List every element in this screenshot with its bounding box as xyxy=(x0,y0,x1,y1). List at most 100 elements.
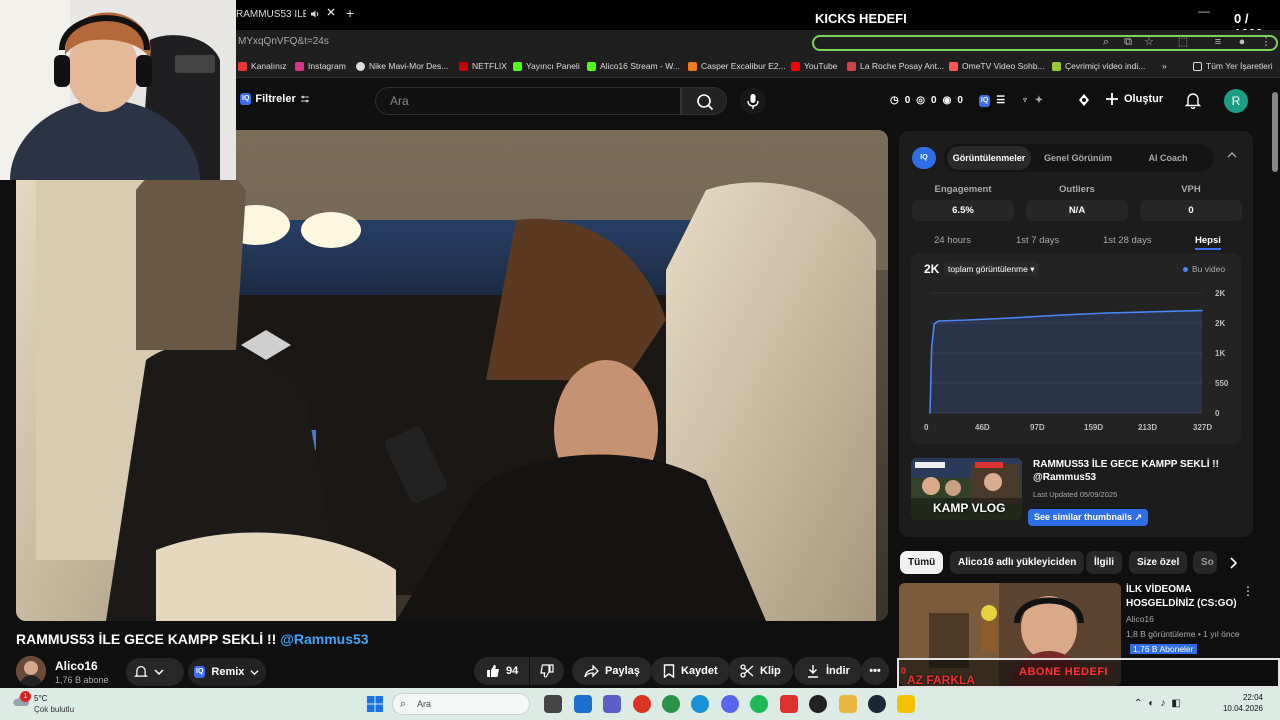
bookmarks-more[interactable]: » xyxy=(1162,61,1167,71)
new-tab-icon[interactable]: + xyxy=(346,5,354,21)
list-icon[interactable]: ☰ xyxy=(996,95,1005,107)
chip-all[interactable]: Tümü xyxy=(900,551,944,574)
range-all[interactable]: Hepsi xyxy=(1195,235,1221,250)
channel-avatar[interactable] xyxy=(16,656,46,686)
trophy-icon[interactable]: ♆ xyxy=(1021,95,1029,107)
chrome-icon[interactable] xyxy=(662,695,680,713)
chip-for-you[interactable]: Size özel xyxy=(1129,551,1188,574)
clock-time[interactable]: 22:04 xyxy=(1229,693,1263,702)
bookmark-item[interactable]: NETFLIX xyxy=(459,61,507,71)
save-label: Kaydet xyxy=(681,665,718,677)
weather-desc[interactable]: Çok bulutlu xyxy=(34,705,74,714)
clip-button[interactable]: Klip xyxy=(728,657,793,685)
recommendation-channel[interactable]: Alico16 xyxy=(1126,614,1154,624)
tab-ai-coach[interactable]: AI Coach xyxy=(1126,146,1210,170)
steam-icon[interactable] xyxy=(868,695,886,713)
outlook-icon[interactable] xyxy=(574,695,592,713)
task-view-icon[interactable] xyxy=(544,695,562,713)
chip-from-uploader[interactable]: Alico16 adlı yükleyiciden xyxy=(950,551,1085,574)
bookmark-item[interactable]: Casper Excalibur E2... xyxy=(688,61,786,71)
speaker-icon[interactable] xyxy=(310,9,320,19)
filters-button[interactable]: IQ Filtreler xyxy=(240,93,310,105)
browser-tab[interactable]: RAMMUS53 İLE GECE KAMPP xyxy=(236,2,340,26)
close-tab-icon[interactable] xyxy=(326,7,336,17)
bell-icon[interactable] xyxy=(1185,92,1201,109)
account-avatar[interactable]: R xyxy=(1224,89,1248,113)
bookmark-item[interactable]: Instagram xyxy=(295,61,346,71)
file-explorer-icon[interactable] xyxy=(839,695,857,713)
create-button[interactable]: Oluştur xyxy=(1105,92,1163,106)
search-input[interactable] xyxy=(376,88,656,114)
taskbar-search[interactable]: ⌕ Ara xyxy=(392,693,530,715)
bookmark-item[interactable]: YouTube xyxy=(791,61,837,71)
app-icon[interactable] xyxy=(897,695,915,713)
window-minimize-icon[interactable]: — xyxy=(1198,4,1210,18)
tab-overview[interactable]: Genel Görünüm xyxy=(1036,146,1120,170)
bookmark-item[interactable]: Çevrimiçi video indi... xyxy=(1052,61,1145,71)
tab-views[interactable]: Görüntülenmeler xyxy=(947,146,1031,170)
url-field[interactable]: MYxqQnVFQ&t=24s xyxy=(238,36,329,47)
clock-icon: ◷ xyxy=(890,95,899,106)
boost-icon[interactable] xyxy=(1076,92,1092,108)
bookmark-item[interactable]: La Roche Posay Ant... xyxy=(847,61,944,71)
remix-button[interactable]: IQ Remix xyxy=(188,658,266,686)
bookmark-star-icon[interactable]: ☆ xyxy=(1143,36,1155,48)
recommendation-title[interactable]: İLK VİDEOMA HOSGELDİNİZ (CS:GO) xyxy=(1126,583,1238,611)
range-7d[interactable]: 1st 7 days xyxy=(1016,235,1059,246)
obs-icon[interactable] xyxy=(809,695,827,713)
bookmark-item[interactable]: Yayıncı Paneli xyxy=(513,61,580,71)
zoom-icon[interactable]: ⌕ xyxy=(1100,36,1112,48)
teams-icon[interactable] xyxy=(603,695,621,713)
bookmark-item[interactable]: Kanalınız xyxy=(238,61,286,71)
discord-icon[interactable] xyxy=(721,695,739,713)
views-metric-selector[interactable]: toplam görüntülenme ▾ xyxy=(944,262,1039,276)
title-mention-link[interactable]: @Rammus53 xyxy=(280,631,368,647)
windows-start-icon[interactable] xyxy=(366,695,384,713)
see-similar-thumbnails-button[interactable]: See similar thumbnails ↗ xyxy=(1028,509,1149,526)
more-actions-button[interactable]: ••• xyxy=(861,657,889,685)
download-button[interactable]: İndir xyxy=(794,657,862,685)
plus-icon xyxy=(1106,93,1118,105)
bookmark-item[interactable]: OmeTV Video Sohb... xyxy=(949,61,1045,71)
bookmark-item[interactable]: Alico16 Stream - W... xyxy=(587,61,680,71)
opera-icon[interactable] xyxy=(633,695,651,713)
share-button[interactable]: Paylaş xyxy=(572,657,652,685)
menu-icon[interactable]: ⋮ xyxy=(1260,36,1272,48)
bookmark-item[interactable]: Nike Mavi-Mor Des... xyxy=(356,61,448,71)
app-icon[interactable] xyxy=(780,695,798,713)
spotify-icon[interactable] xyxy=(750,695,768,713)
dislike-button[interactable] xyxy=(530,657,564,685)
range-28d[interactable]: 1st 28 days xyxy=(1103,235,1152,246)
notify-bell-button[interactable] xyxy=(126,658,184,686)
clock-date[interactable]: 10.04.2026 xyxy=(1213,704,1263,713)
all-bookmarks[interactable]: Tüm Yer İşaretleri xyxy=(1193,61,1273,71)
page-scrollbar[interactable] xyxy=(1272,92,1278,172)
x-tick: 213D xyxy=(1138,423,1158,432)
extensions-icon[interactable]: ⬚ xyxy=(1177,36,1189,48)
voice-search-button[interactable] xyxy=(740,88,766,114)
similar-thumbnail[interactable]: KAMP VLOG xyxy=(911,458,1022,520)
install-icon[interactable]: ⧉ xyxy=(1122,36,1134,48)
profile-icon[interactable]: ● xyxy=(1236,36,1248,48)
sparkle-icon[interactable]: ✦ xyxy=(1035,95,1043,107)
range-24h[interactable]: 24 hours xyxy=(934,235,971,246)
like-button[interactable]: 94 xyxy=(474,657,529,685)
more-vertical-icon[interactable]: ⋮ xyxy=(1242,584,1254,598)
chevron-right-icon[interactable] xyxy=(1228,557,1238,569)
playlist-icon[interactable]: ≡ xyxy=(1212,36,1224,48)
similar-video-title: RAMMUS53 İLE GECE KAMPP SEKLİ !! @Rammus… xyxy=(1033,459,1219,483)
iq-logo-icon[interactable]: IQ xyxy=(978,95,991,107)
sliders-icon xyxy=(300,95,309,103)
collapse-icon[interactable] xyxy=(1227,151,1237,159)
chip-more[interactable]: So xyxy=(1193,551,1217,574)
video-player[interactable] xyxy=(16,130,888,621)
search-button[interactable] xyxy=(681,87,727,115)
weather-temp[interactable]: 5°C xyxy=(34,694,47,703)
save-button[interactable]: Kaydet xyxy=(651,657,730,685)
data-point xyxy=(933,323,935,325)
edge-icon[interactable] xyxy=(691,695,709,713)
channel-name[interactable]: Alico16 xyxy=(55,659,98,673)
kicks-goal-label: KICKS HEDEFI xyxy=(815,11,907,26)
chip-related[interactable]: İlgili xyxy=(1086,551,1122,574)
system-tray-icons[interactable]: ⌃◐♪◧ xyxy=(1134,698,1187,709)
